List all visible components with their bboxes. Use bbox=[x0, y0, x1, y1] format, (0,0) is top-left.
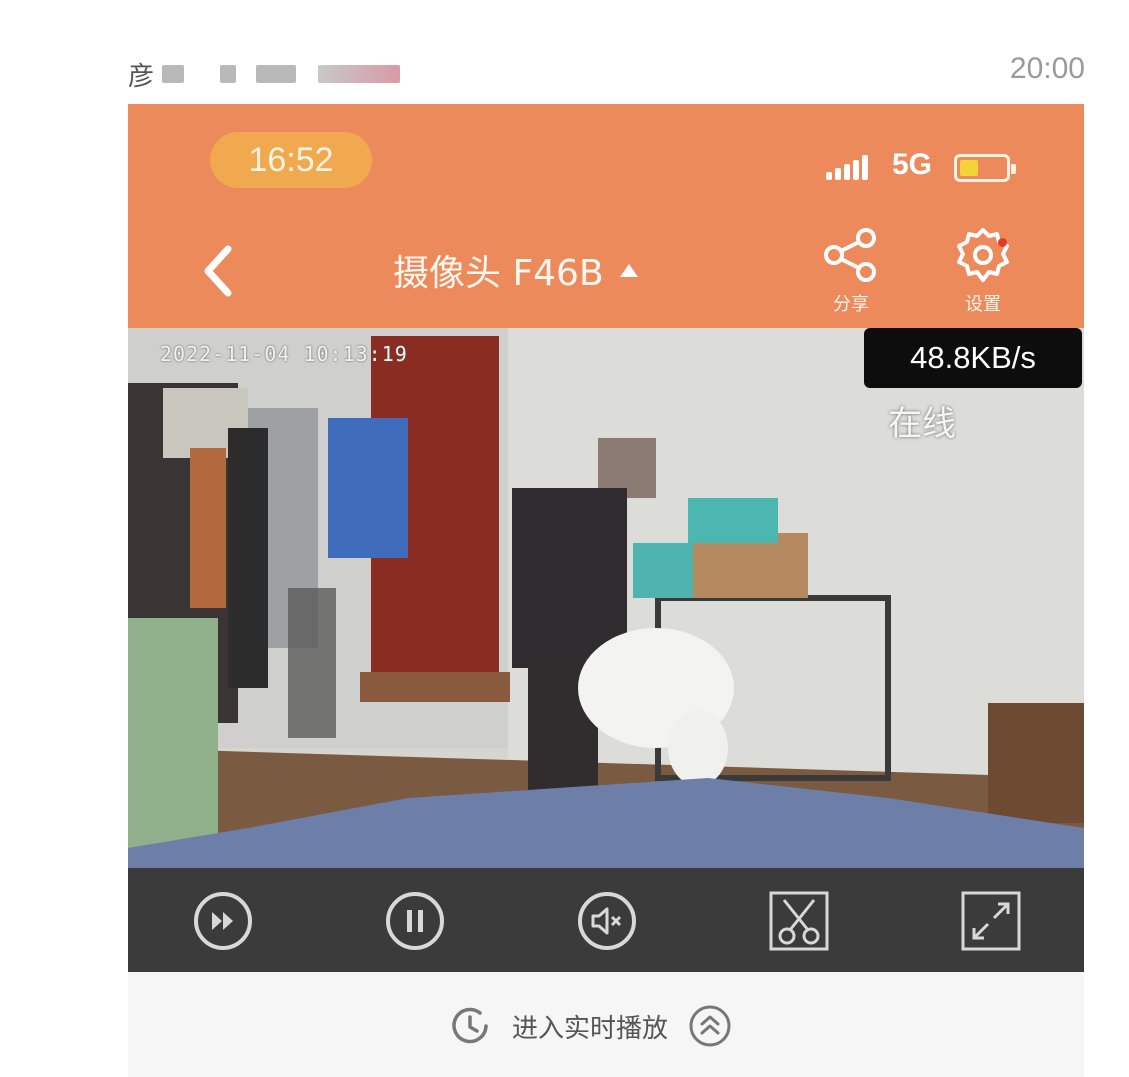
gear-icon bbox=[957, 228, 1009, 282]
fullscreen-button[interactable] bbox=[958, 888, 1024, 954]
back-chevron-icon bbox=[204, 245, 232, 297]
enter-live-label: 进入实时播放 bbox=[512, 1013, 669, 1044]
settings-button[interactable]: 设置 bbox=[943, 224, 1023, 324]
video-timestamp: 2022-11-04 10:13:19 bbox=[160, 342, 408, 366]
sender-name-redacted: 彦 bbox=[128, 54, 401, 94]
double-chevron-up-icon bbox=[689, 1005, 731, 1047]
fullscreen-icon bbox=[961, 891, 1021, 951]
camera-app-screenshot: 16:52 5G 摄像头 F46B 分享 设置 2022-11-04 10:13… bbox=[128, 104, 1084, 1077]
video-feed[interactable]: 2022-11-04 10:13:19 48.8KB/s 在线 bbox=[128, 328, 1084, 868]
mute-button[interactable] bbox=[574, 888, 640, 954]
bitrate-badge: 48.8KB/s bbox=[864, 328, 1082, 388]
pause-icon bbox=[386, 892, 444, 950]
notification-dot bbox=[998, 238, 1007, 247]
mute-icon bbox=[578, 892, 636, 950]
redaction-block bbox=[256, 65, 297, 83]
battery-icon bbox=[954, 154, 1016, 182]
redaction-block bbox=[220, 65, 237, 83]
history-clock-icon bbox=[452, 1007, 488, 1044]
caret-up-icon bbox=[619, 263, 638, 277]
share-button[interactable]: 分享 bbox=[811, 224, 891, 324]
message-header: 彦 20:00 bbox=[128, 40, 1085, 100]
fast-forward-icon bbox=[194, 892, 252, 950]
message-time: 20:00 bbox=[1009, 52, 1085, 85]
live-playback-bar: 进入实时播放 bbox=[128, 972, 1084, 1077]
status-clock: 16:52 bbox=[210, 132, 372, 188]
camera-selector[interactable]: 摄像头 F46B bbox=[393, 244, 638, 296]
battery-level bbox=[960, 160, 978, 176]
share-label: 分享 bbox=[833, 294, 869, 315]
share-icon bbox=[824, 228, 876, 282]
camera-title: 摄像头 F46B bbox=[393, 253, 604, 294]
network-type: 5G bbox=[892, 148, 933, 181]
signal-icon bbox=[826, 154, 868, 180]
playback-controls bbox=[128, 868, 1084, 972]
online-status: 在线 bbox=[888, 404, 956, 444]
top-nav-bar: 摄像头 F46B 分享 设置 bbox=[128, 214, 1084, 328]
redaction-block bbox=[318, 65, 401, 83]
sender-initial: 彦 bbox=[128, 61, 155, 92]
enter-live-button[interactable]: 进入实时播放 bbox=[446, 1002, 734, 1050]
redaction-block bbox=[162, 65, 185, 83]
pause-button[interactable] bbox=[382, 888, 448, 954]
settings-label: 设置 bbox=[965, 294, 1001, 315]
fast-forward-button[interactable] bbox=[190, 888, 256, 954]
scissors-icon bbox=[769, 891, 829, 951]
status-bar: 16:52 5G bbox=[128, 104, 1084, 214]
clip-button[interactable] bbox=[766, 888, 832, 954]
back-button[interactable] bbox=[188, 236, 248, 306]
